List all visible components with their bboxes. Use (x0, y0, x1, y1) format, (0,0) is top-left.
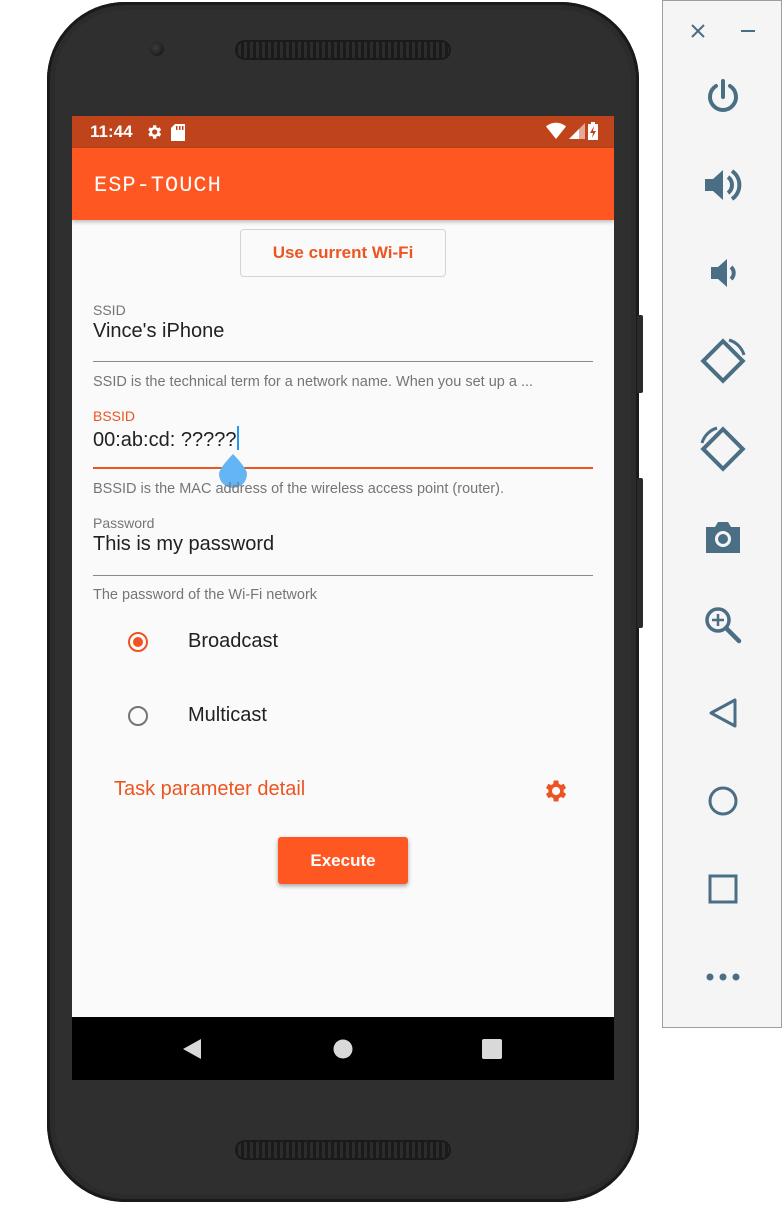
bssid-helper-text: BSSID is the MAC address of the wireless… (93, 481, 504, 497)
bssid-field[interactable]: BSSID 00:ab:cd: ????? (93, 408, 593, 469)
bssid-label: BSSID (93, 408, 136, 424)
volume-up-icon (705, 169, 742, 201)
more-button[interactable] (693, 947, 753, 1007)
front-camera (150, 42, 164, 56)
power-button[interactable] (693, 67, 753, 127)
radio-multicast[interactable]: Multicast (128, 704, 267, 727)
ssid-input[interactable]: Vince's iPhone (93, 320, 593, 343)
signal-icon (569, 123, 585, 139)
volume-down-icon (711, 259, 736, 287)
ssid-helper-text: SSID is the technical term for a network… (93, 374, 534, 390)
settings-status-icon (147, 125, 161, 139)
gear-icon[interactable] (541, 777, 569, 805)
phone-power-button (637, 315, 643, 393)
android-nav-bar (72, 1017, 614, 1080)
top-speaker (235, 40, 451, 60)
task-parameter-detail-link[interactable]: Task parameter detail (114, 778, 305, 801)
radio-broadcast[interactable]: Broadcast (128, 630, 278, 653)
password-helper-text: The password of the Wi-Fi network (93, 587, 318, 603)
recents-icon[interactable] (482, 1039, 502, 1059)
wifi-icon (546, 122, 566, 139)
power-icon (708, 79, 738, 112)
status-time: 11:44 (90, 122, 133, 141)
radio-broadcast-circle[interactable] (128, 631, 148, 652)
bssid-input[interactable]: 00:ab:cd: ????? (93, 426, 593, 452)
rotate-right-icon (700, 426, 746, 472)
volume-down-button[interactable] (693, 243, 753, 303)
use-current-wifi-button[interactable]: Use current Wi-Fi (240, 229, 446, 277)
rotate-right-button[interactable] (693, 419, 753, 479)
minimize-icon[interactable] (741, 30, 755, 33)
password-input[interactable]: This is my password (93, 533, 593, 556)
phone-volume-button (637, 478, 643, 628)
zoom-button[interactable] (693, 595, 753, 655)
password-underline (93, 575, 593, 576)
screenshot-button[interactable] (693, 507, 753, 567)
more-icon (706, 973, 740, 981)
rotate-left-icon (700, 338, 746, 384)
close-icon[interactable] (691, 24, 705, 38)
bottom-speaker (235, 1140, 451, 1160)
back-icon (709, 698, 737, 728)
ssid-underline (93, 361, 593, 362)
sd-card-icon (170, 123, 185, 141)
bssid-underline (93, 467, 593, 469)
radio-broadcast-label: Broadcast (188, 630, 279, 652)
execute-button[interactable]: Execute (278, 837, 408, 884)
emulator-control-panel (662, 0, 782, 1028)
password-label: Password (93, 515, 155, 531)
emulator-overview-button[interactable] (693, 859, 753, 919)
emulator-home-button[interactable] (693, 771, 753, 831)
emulator-back-button[interactable] (693, 683, 753, 743)
text-cursor (237, 426, 240, 450)
zoom-icon (705, 607, 742, 644)
phone-screen: 11:44 ESP-TOUCH Use current Wi-Fi SSID V… (72, 116, 614, 1080)
ssid-field[interactable]: SSID Vince's iPhone (93, 302, 593, 362)
radio-multicast-circle[interactable] (128, 705, 148, 726)
app-title: ESP-TOUCH (94, 173, 222, 198)
overview-icon (708, 874, 738, 904)
radio-multicast-label: Multicast (188, 704, 267, 726)
home-icon (708, 786, 738, 816)
app-bar: ESP-TOUCH (72, 148, 614, 220)
home-icon[interactable] (333, 1039, 353, 1059)
rotate-left-button[interactable] (693, 331, 753, 391)
back-icon[interactable] (181, 1038, 203, 1060)
battery-charging-icon (588, 122, 598, 140)
volume-up-button[interactable] (693, 155, 753, 215)
ssid-label: SSID (93, 302, 126, 318)
bssid-value: 00:ab:cd: ????? (93, 429, 237, 451)
status-bar: 11:44 (72, 116, 614, 148)
password-field[interactable]: Password This is my password (93, 515, 593, 576)
screenshot-camera-icon (706, 522, 740, 553)
